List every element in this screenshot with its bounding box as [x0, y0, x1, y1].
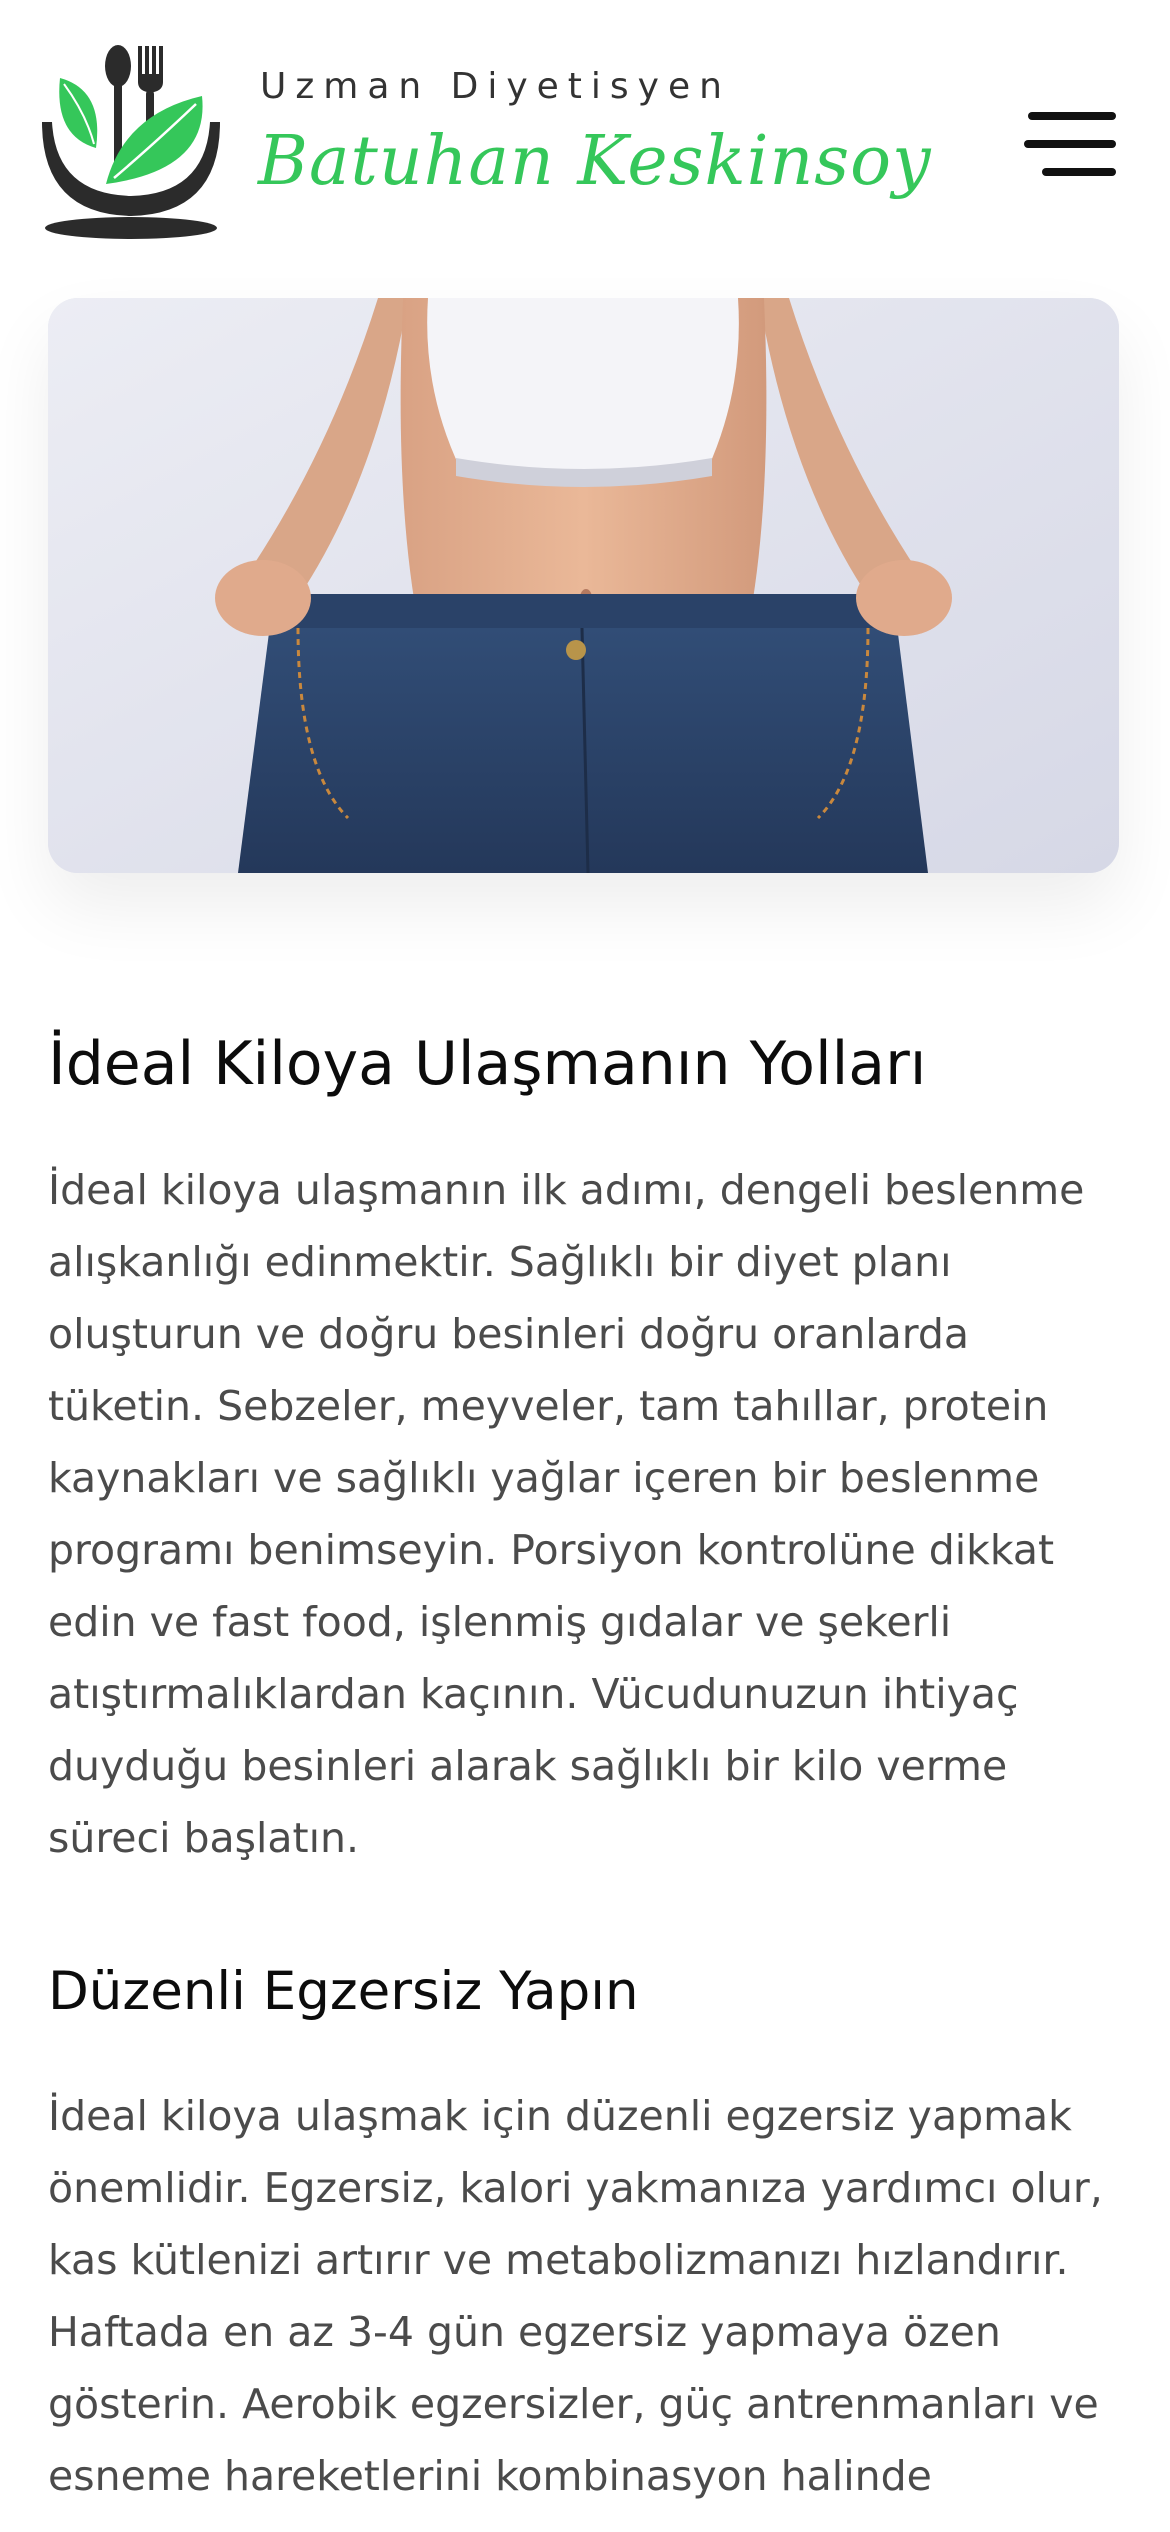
menu-line — [1024, 140, 1116, 148]
brand-subtitle: Uzman Diyetisyen — [260, 66, 731, 107]
menu-line — [1028, 112, 1116, 120]
section-title: Düzenli Egzersiz Yapın — [48, 1961, 639, 2022]
plate-fork-spoon-leaf-icon[interactable] — [34, 44, 229, 240]
article-title: İdeal Kiloya Ulaşmanın Yolları — [48, 1029, 927, 1099]
site-header: Uzman Diyetisyen Batuhan Keskinsoy — [0, 0, 1170, 270]
article-paragraph: İdeal kiloya ulaşmanın ilk adımı, dengel… — [48, 1166, 1085, 1862]
hamburger-menu-icon[interactable] — [1024, 112, 1116, 176]
hero-image — [48, 298, 1119, 873]
menu-line — [1042, 168, 1116, 176]
brand-name[interactable]: Batuhan Keskinsoy — [258, 122, 932, 201]
article-paragraph: İdeal kiloya ulaşmak için düzenli egzers… — [48, 2092, 1103, 2500]
article-content: İdeal Kiloya Ulaşmanın Yolları İdeal kil… — [48, 1020, 1123, 2512]
